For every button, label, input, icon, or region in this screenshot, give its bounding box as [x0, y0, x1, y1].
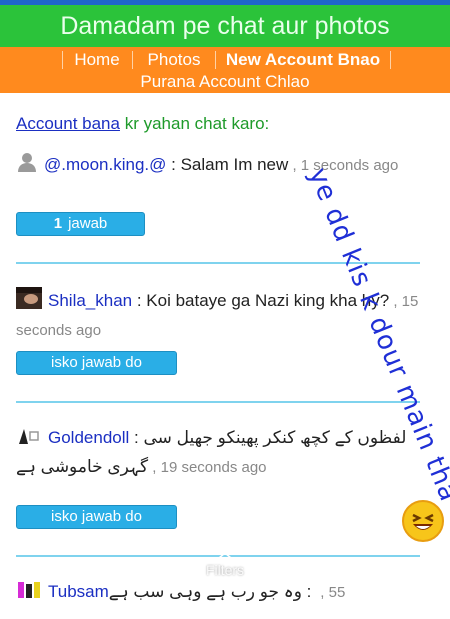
nav-divider [390, 51, 391, 69]
post-username[interactable]: Goldendoll [48, 428, 129, 447]
reply-label: jawab [68, 215, 108, 232]
nav-old-account-link[interactable]: Purana Account Chlao [0, 71, 450, 93]
post-message: : وہ جو رب ہے وہی سب ہے [108, 582, 317, 601]
chat-post: Goldendoll : لفظوں کے کچھ کنکر پھینکو جھ… [16, 426, 407, 476]
post-username[interactable]: Tubsam [48, 582, 109, 601]
nav-home-link[interactable]: Home [66, 48, 128, 72]
nav-photos-link[interactable]: Photos [138, 48, 210, 72]
user-photo-avatar[interactable] [16, 426, 42, 454]
chat-post: @.moon.king.@ : Salam Im new , 1 seconds… [16, 151, 436, 181]
chevron-up-icon [198, 546, 252, 562]
nav-divider [215, 51, 216, 69]
nav-new-account-link[interactable]: New Account Bnao [220, 48, 386, 72]
chat-post: Tubsam : وہ جو رب ہے وہی سب ہے , 55 [16, 579, 436, 608]
nav-divider [132, 51, 133, 69]
reply-button[interactable]: isko jawab do [16, 505, 177, 529]
post-time: , 19 seconds ago [148, 459, 267, 476]
user-photo-avatar[interactable] [16, 580, 42, 608]
post-message: : Salam Im new [166, 155, 289, 174]
user-photo-avatar[interactable] [16, 287, 42, 317]
intro-line: Account bana kr yahan chat karo: [16, 114, 269, 134]
reply-count: 1 [53, 215, 63, 232]
laughing-emoji-icon [402, 500, 444, 542]
post-time: , 55 [316, 584, 346, 601]
post-username[interactable]: @.moon.king.@ [44, 155, 166, 174]
reply-count-button[interactable]: 1 jawab [16, 212, 145, 236]
site-title: Damadam pe chat aur photos [60, 12, 390, 40]
default-avatar-icon[interactable] [16, 151, 38, 181]
top-nav: Home Photos New Account Bnao Purana Acco… [0, 47, 450, 93]
post-time: , 1 seconds ago [288, 157, 399, 174]
reply-button[interactable]: isko jawab do [16, 351, 177, 375]
create-account-link[interactable]: Account bana [16, 114, 120, 133]
intro-text: kr yahan chat karo: [119, 114, 270, 133]
site-header: Damadam pe chat aur photos [0, 5, 450, 47]
nav-row: Home Photos New Account Bnao [0, 48, 450, 72]
post-divider [16, 401, 420, 403]
filters-control[interactable]: Filters [198, 546, 252, 578]
post-username[interactable]: Shila_khan [48, 291, 132, 310]
filters-label: Filters [205, 562, 245, 578]
nav-divider [62, 51, 63, 69]
